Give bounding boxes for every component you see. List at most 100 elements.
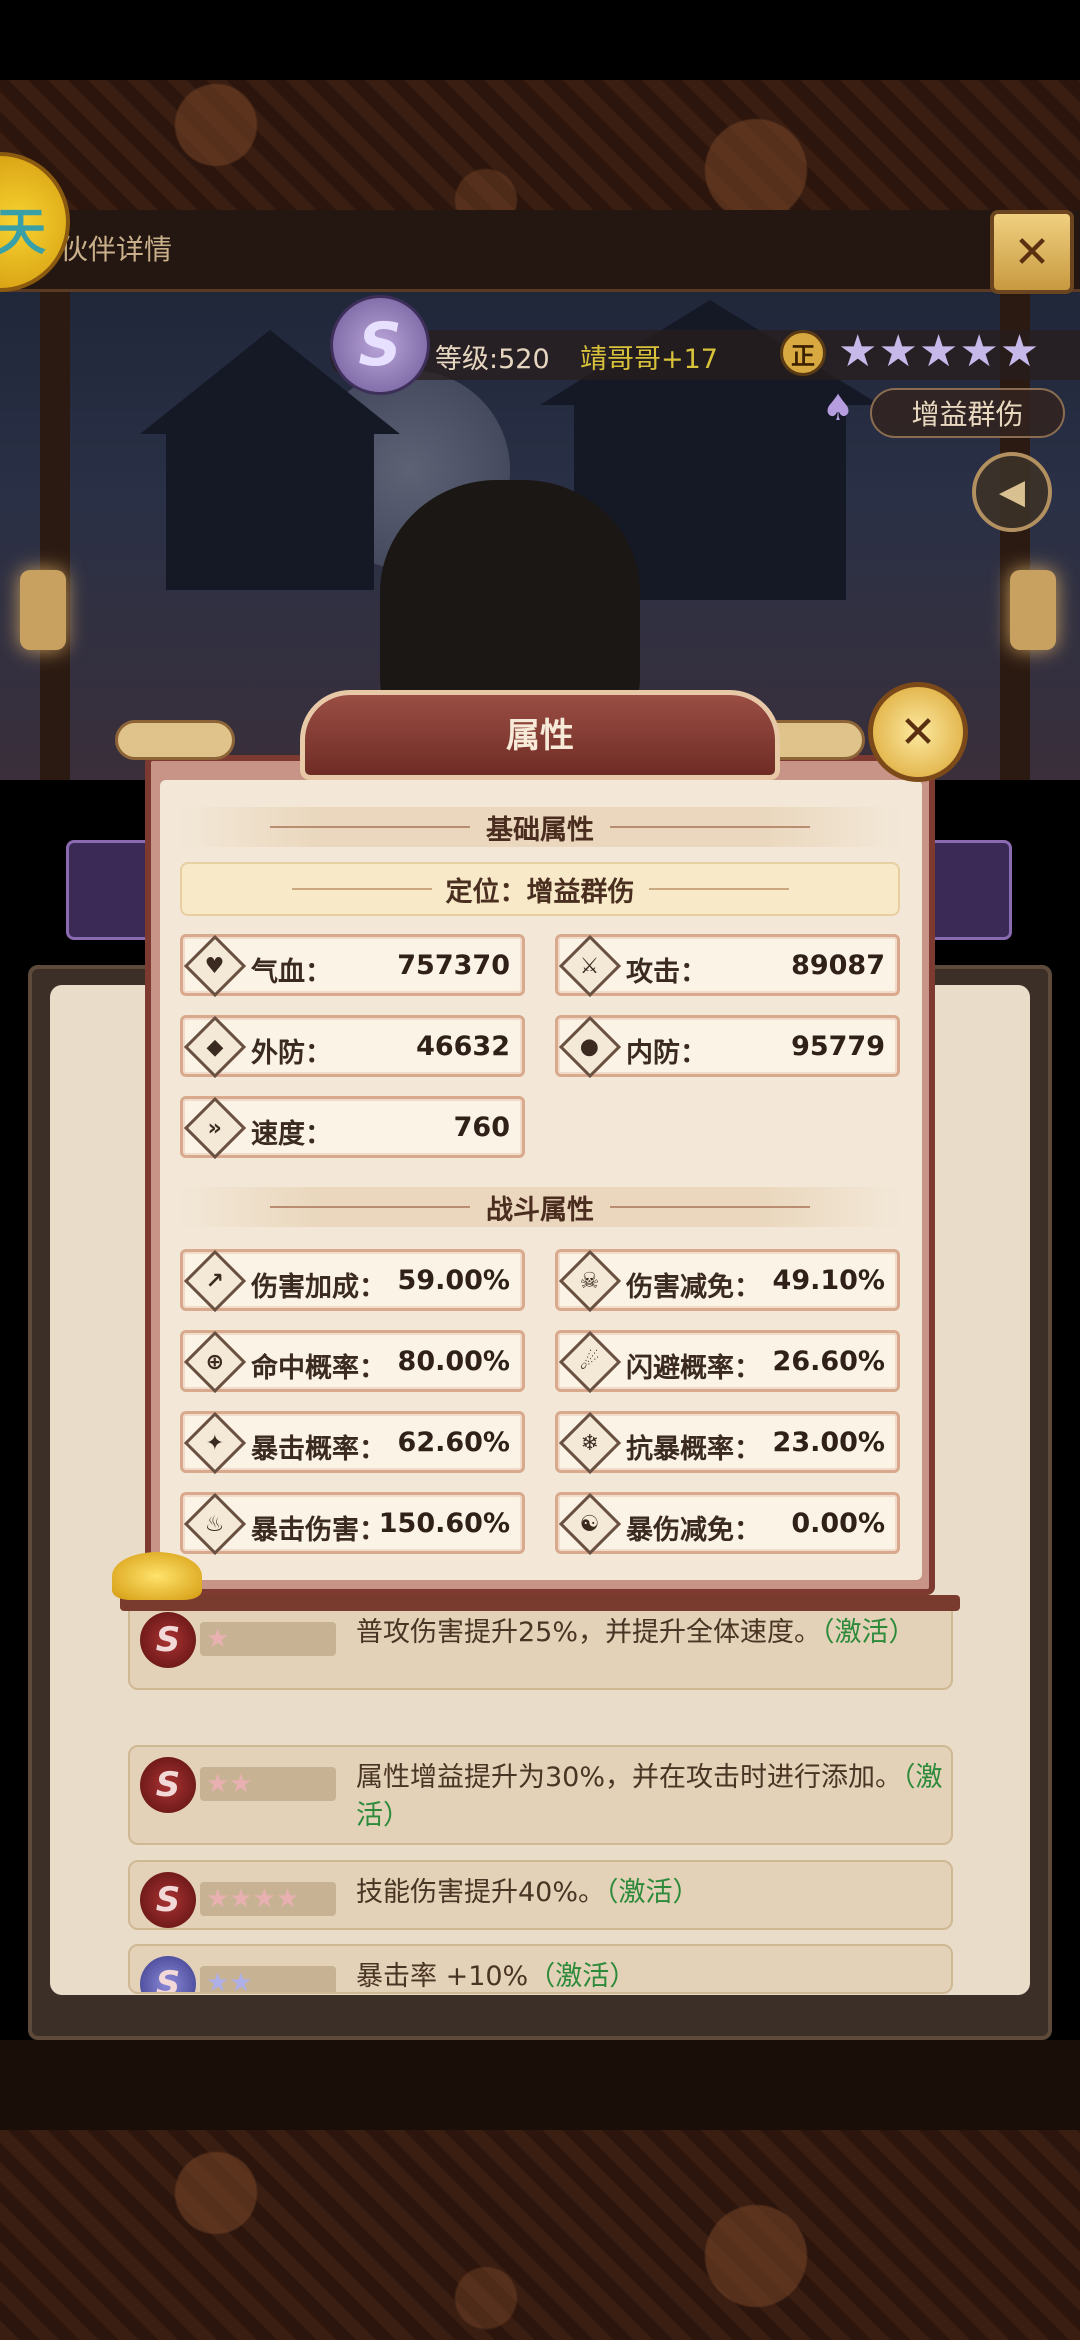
gold-ingot-icon [112,1552,202,1600]
lantern-right [1010,570,1056,650]
stat-value: 150.60% [378,1508,510,1539]
stat-value: 59.00% [397,1265,510,1296]
stat-value: 62.60% [397,1427,510,1458]
skull-icon: ☠ [558,1249,622,1313]
stat-item: ◆ 外防： 46632 [180,1015,525,1079]
stat-label: 命中概率： [251,1353,386,1384]
stat-label: 暴伤减免： [626,1515,761,1546]
stat-label: 攻击： [626,957,707,988]
skill-row: S ★★★★ 技能伤害提升40%。（激活） [128,1860,953,1930]
panel-title: 属性 [506,716,574,756]
stat-item: ☄ 闪避概率： 26.60% [555,1330,900,1394]
sound-button[interactable]: ◀ [972,452,1052,532]
skill-s-icon: S [140,1612,196,1668]
skill-text: 技能伤害提升40%。（激活） [356,1877,700,1908]
stat-label: 暴击伤害： [251,1515,386,1546]
top-close-button[interactable]: ✕ [990,210,1074,294]
ornamental-background-top [0,80,1080,230]
dodge-icon: ☄ [558,1330,622,1394]
stat-value: 89087 [791,950,885,981]
activate-label: （激活） [821,1617,916,1648]
close-icon: ✕ [899,706,937,758]
stat-label: 抗暴概率： [626,1434,761,1465]
pillar-left [40,220,70,780]
avatar-glyph: 天 [0,203,46,261]
stat-item: ☯ 暴伤减免： 0.00% [555,1492,900,1556]
skill-s-icon: S [140,1757,196,1813]
skill-stars: ★★ [200,1767,336,1801]
stat-item: ❄ 抗暴概率： 23.00% [555,1411,900,1475]
stat-label: 闪避概率： [626,1353,761,1384]
stat-item: ↗ 伤害加成： 59.00% [180,1249,525,1313]
skill-s-icon: S [140,1872,196,1928]
hero-name: 靖哥哥+17 [580,344,718,375]
stat-value: 46632 [416,1031,510,1062]
shield-icon: ◆ [183,1015,247,1079]
level-label: 等级:520 [435,344,550,375]
basic-attributes-heading: 基础属性 [175,807,905,847]
crosshair-icon: ⊕ [183,1330,247,1394]
heart-icon: ♥ [183,934,247,998]
skill-stars: ★★★★ [200,1882,336,1916]
activate-label: （激活） [605,1877,700,1908]
stat-value: 95779 [791,1031,885,1062]
stat-value: 26.60% [772,1346,885,1377]
sword-icon: ⚔ [558,934,622,998]
stat-label: 伤害减免： [626,1272,761,1303]
stat-value: 23.00% [772,1427,885,1458]
crit-reduce-icon: ☯ [558,1492,622,1556]
role-icon: ♠ [821,388,855,429]
skill-stars: ★★ [200,1966,336,1992]
wing-icon: » [183,1096,247,1160]
stat-value: 757370 [397,950,510,981]
stat-label: 内防： [626,1038,707,1069]
panel-close-button[interactable]: ✕ [868,682,968,782]
stat-item: ♨ 暴击伤害： 150.60% [180,1492,525,1556]
role-tag[interactable]: 增益群伤 [870,388,1065,438]
anti-crit-icon: ❄ [558,1411,622,1475]
rarity-s-icon: S [330,295,430,395]
panel-bottom-rail [120,1595,960,1611]
skill-text: 属性增益提升为30%，并在攻击时进行添加。（激活） [356,1762,943,1831]
stat-item: ⊕ 命中概率： 80.00% [180,1330,525,1394]
star-rating: ★★★★★ [838,326,1041,377]
stat-item: ✦ 暴击概率： 62.60% [180,1411,525,1475]
skill-s-icon: S [140,1956,196,1992]
stat-label: 暴击概率： [251,1434,386,1465]
lantern-left [20,570,66,650]
stat-value: 760 [453,1112,510,1143]
alignment-icon: 正 [780,330,826,376]
stat-label: 外防： [251,1038,332,1069]
stat-item: » 速度： 760 [180,1096,525,1160]
stat-item: ⚔ 攻击： 89087 [555,934,900,998]
status-bar [0,0,1080,80]
stat-label: 气血： [251,957,332,988]
crit-damage-icon: ♨ [183,1492,247,1556]
stat-item: ☠ 伤害减免： 49.10% [555,1249,900,1313]
stat-label: 速度： [251,1119,332,1150]
close-icon: ✕ [1013,226,1051,278]
skill-row: S ★★ 暴击率 +10%（激活） [128,1944,953,1994]
skill-text: 暴击率 +10%（激活） [356,1961,637,1992]
header-ornament-left [115,720,235,760]
stat-value: 49.10% [772,1265,885,1296]
stat-item: ♥ 气血： 757370 [180,934,525,998]
page-title: 伙伴详情 [60,233,173,266]
stat-value: 0.00% [791,1508,885,1539]
role-position: 定位：增益群伤 [180,862,900,916]
skill-text: 普攻伤害提升25%，并提升全体速度。（激活） [356,1617,916,1648]
crit-icon: ✦ [183,1411,247,1475]
skill-row: S ★★ 属性增益提升为30%，并在攻击时进行添加。（激活） [128,1745,953,1845]
dark-band [0,2040,1080,2130]
ornamental-background-bottom [0,2130,1080,2340]
activate-label: （激活） [528,1961,637,1992]
combat-attributes-heading: 战斗属性 [175,1187,905,1227]
stat-label: 伤害加成： [251,1272,386,1303]
flame-shield-icon: ● [558,1015,622,1079]
speaker-icon: ◀ [998,472,1026,512]
stat-value: 80.00% [397,1346,510,1377]
skill-stars: ★ [200,1622,336,1656]
skill-row: S ★ 普攻伤害提升25%，并提升全体速度。（激活） [128,1600,953,1690]
damage-up-icon: ↗ [183,1249,247,1313]
stat-item: ● 内防： 95779 [555,1015,900,1079]
